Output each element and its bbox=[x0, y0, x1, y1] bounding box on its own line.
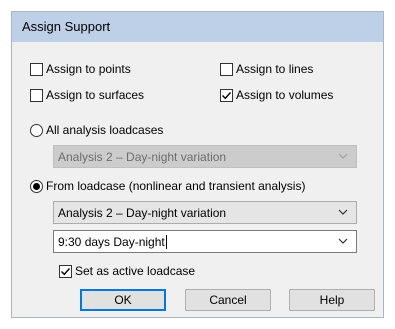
checkbox-box[interactable] bbox=[59, 264, 72, 278]
checkbox-box[interactable] bbox=[30, 62, 43, 76]
radio-circle[interactable] bbox=[30, 179, 43, 193]
checkbox-label: Assign to surfaces bbox=[46, 88, 145, 102]
assign-support-dialog: Assign Support Assign to points Assign t… bbox=[11, 11, 384, 318]
analysis-select[interactable]: Analysis 2 – Day-night variation bbox=[53, 201, 357, 224]
checkbox-label: Set as active loadcase bbox=[75, 264, 196, 278]
ok-button[interactable]: OK bbox=[80, 289, 166, 311]
loadcase-combobox[interactable]: 9:30 days Day-night bbox=[53, 230, 357, 253]
chevron-down-icon bbox=[338, 153, 348, 159]
all-analysis-loadcases-radio[interactable]: All analysis loadcases bbox=[30, 122, 163, 138]
help-button[interactable]: Help bbox=[289, 289, 375, 311]
dialog-title: Assign Support bbox=[22, 19, 111, 34]
assign-to-lines-checkbox[interactable]: Assign to lines bbox=[220, 61, 313, 77]
radio-selected-dot bbox=[33, 182, 40, 190]
checkbox-label: Assign to points bbox=[46, 62, 131, 76]
assign-to-volumes-checkbox[interactable]: Assign to volumes bbox=[220, 87, 333, 103]
cancel-button[interactable]: Cancel bbox=[185, 289, 271, 311]
radio-label: All analysis loadcases bbox=[46, 123, 164, 137]
select-value: Analysis 2 – Day-night variation bbox=[58, 205, 227, 220]
all-loadcases-analysis-select[interactable]: Analysis 2 – Day-night variation bbox=[53, 145, 357, 168]
select-value: Analysis 2 – Day-night variation bbox=[58, 149, 227, 164]
dialog-titlebar[interactable]: Assign Support bbox=[12, 12, 383, 42]
assign-to-surfaces-checkbox[interactable]: Assign to surfaces bbox=[30, 87, 144, 103]
checkbox-box[interactable] bbox=[30, 88, 43, 102]
check-mark-icon bbox=[61, 267, 71, 275]
check-mark-icon bbox=[222, 91, 232, 99]
checkbox-box[interactable] bbox=[220, 88, 233, 102]
chevron-down-icon[interactable] bbox=[338, 238, 348, 244]
checkbox-label: Assign to volumes bbox=[236, 88, 334, 102]
checkbox-box[interactable] bbox=[220, 62, 233, 76]
from-loadcase-radio[interactable]: From loadcase (nonlinear and transient a… bbox=[30, 178, 305, 194]
text-caret bbox=[165, 234, 167, 249]
checkbox-label: Assign to lines bbox=[236, 62, 314, 76]
set-active-loadcase-checkbox[interactable]: Set as active loadcase bbox=[59, 263, 195, 279]
assign-to-points-checkbox[interactable]: Assign to points bbox=[30, 61, 131, 77]
radio-label: From loadcase (nonlinear and transient a… bbox=[46, 179, 306, 193]
radio-circle[interactable] bbox=[30, 123, 43, 137]
loadcase-input-value[interactable]: 9:30 days Day-night bbox=[58, 235, 165, 249]
chevron-down-icon bbox=[338, 209, 348, 215]
